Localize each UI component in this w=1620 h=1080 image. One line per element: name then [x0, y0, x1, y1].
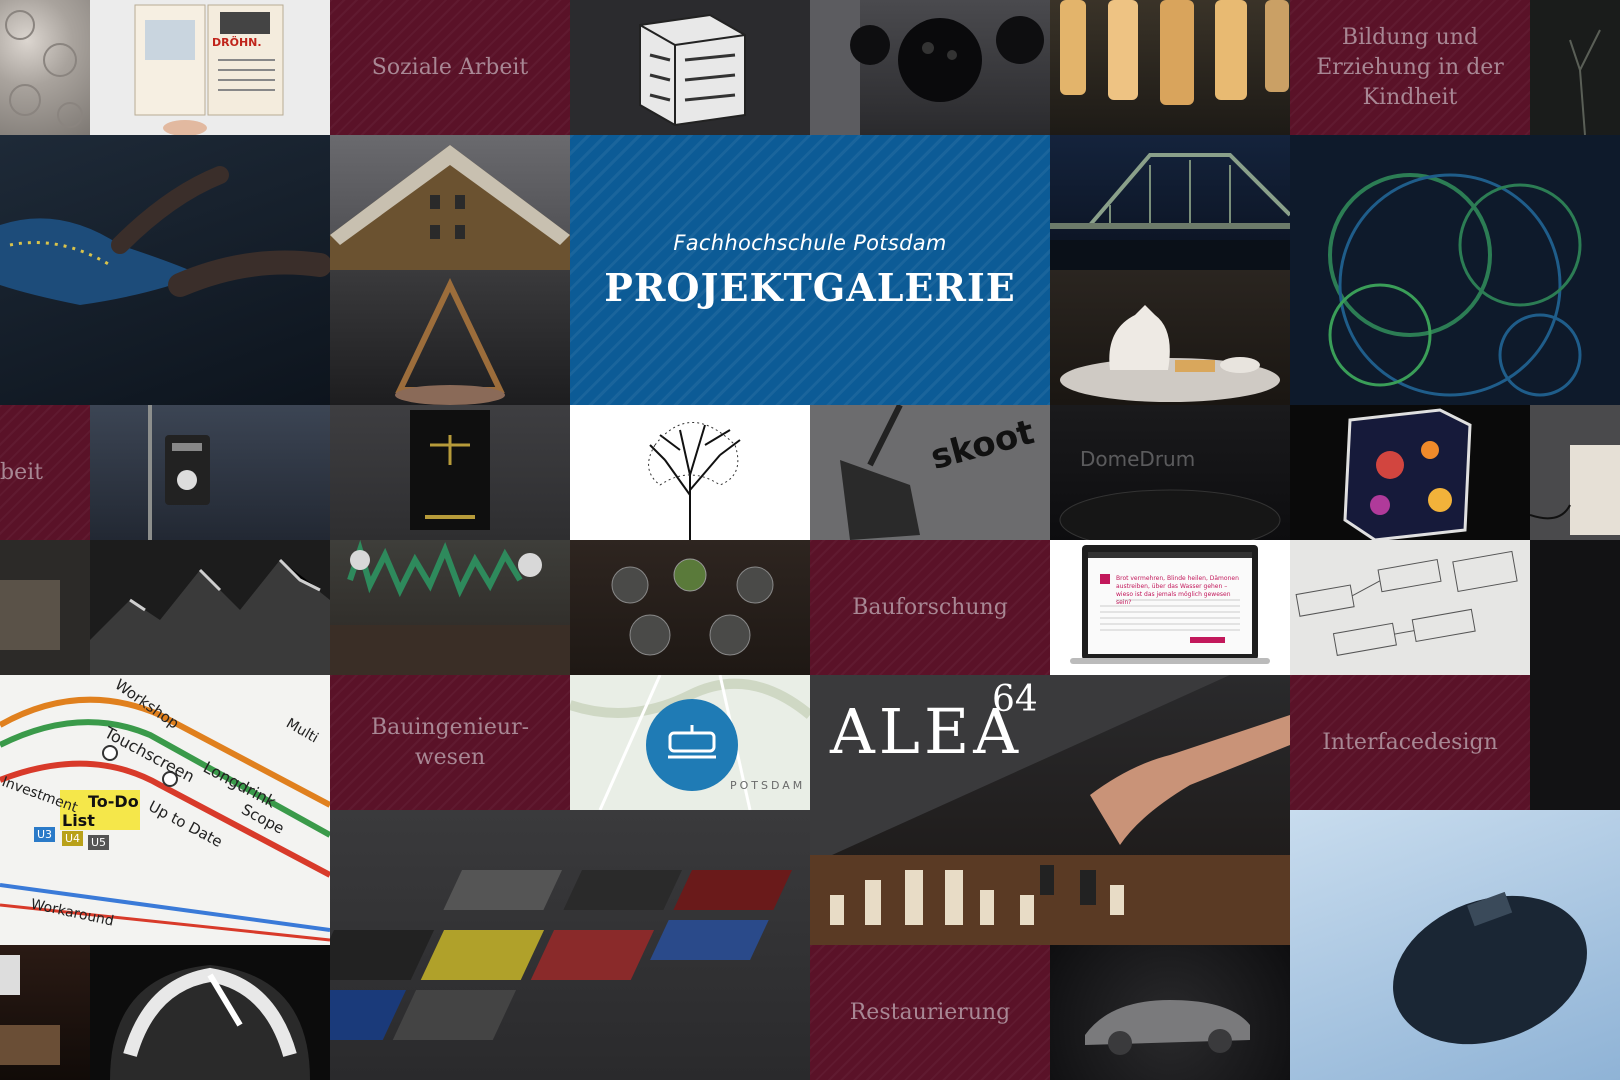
tile-skoot-scooter[interactable]: skoot: [810, 405, 1050, 540]
tile-touch-table[interactable]: [0, 135, 330, 405]
tile-alea64-chess[interactable]: ALEA 64: [810, 675, 1290, 945]
tile-book-cover[interactable]: [0, 945, 90, 1080]
tile-black-right[interactable]: [1530, 540, 1620, 675]
color-swatches-image: [330, 870, 793, 1040]
tile-circles-light[interactable]: [1290, 135, 1620, 405]
tile-poster-frame[interactable]: [330, 405, 570, 540]
hero-subtitle: Fachhochschule Potsdam: [673, 230, 947, 255]
tile-mountain-relief[interactable]: [90, 540, 330, 675]
tile-comic-book[interactable]: DRÖHN.: [90, 0, 330, 135]
tile-metro-map[interactable]: Workshop Touchscreen Longdrink To-Do Lis…: [0, 675, 330, 945]
wood-knobs-image: [611, 558, 774, 656]
category-label: Interfacedesign: [1322, 729, 1498, 755]
comic-headline: DRÖHN.: [212, 36, 262, 49]
teapot-image: [1060, 305, 1280, 402]
tile-building-facade[interactable]: [330, 135, 570, 270]
tile-blue-mouse[interactable]: [1290, 810, 1620, 1080]
category-label: Bauingenieur- wesen: [370, 714, 530, 770]
poster-frame-image: [410, 410, 490, 530]
drawn-cube-image: [639, 13, 746, 127]
tile-paper-roses[interactable]: [0, 0, 90, 135]
category-bauingenieurwesen[interactable]: Bauingenieur- wesen: [330, 675, 570, 810]
category-label: Bildung und Erziehung in der Kindheit: [1316, 24, 1504, 110]
tile-dark-box[interactable]: [0, 540, 90, 675]
tile-teapot[interactable]: [1050, 270, 1290, 405]
hero-title: PROJEKTGALERIE: [604, 264, 1016, 310]
category-soziale-arbeit-partial[interactable]: beit: [0, 405, 90, 540]
domedrum-label: DomeDrum: [1080, 447, 1196, 471]
tile-potsdam-map[interactable]: POTSDAM: [570, 675, 810, 810]
comic-book-image: [134, 4, 284, 135]
model-car-image: [1085, 1000, 1250, 1055]
mountain-relief-image: [90, 558, 330, 675]
tile-laptop-article[interactable]: Brot vermehren, Blinde heilen, Dämonen a…: [1050, 540, 1290, 675]
laptop-image: [1070, 545, 1270, 664]
tile-black-right-2[interactable]: [1530, 675, 1620, 810]
tile-flowchart-paper[interactable]: [1290, 540, 1530, 675]
flowchart-image: [1295, 550, 1518, 656]
category-interfacedesign[interactable]: Interfacedesign: [1290, 675, 1530, 810]
tile-model-car[interactable]: [1050, 945, 1290, 1080]
category-label: Restaurierung: [849, 999, 1011, 1025]
tile-dark-branch[interactable]: [1530, 0, 1620, 135]
chrome-helmet-image: [110, 965, 310, 1080]
tile-tree[interactable]: [570, 405, 810, 540]
category-label: Soziale Arbeit: [371, 54, 529, 80]
map-badge-u3: U3: [34, 827, 56, 842]
map-badge-u4: U4: [62, 831, 84, 846]
category-label: beit: [0, 459, 43, 485]
black-spheres-image: [810, 0, 1044, 135]
category-label: Bauforschung: [852, 594, 1008, 620]
laptop-headline: Brot vermehren, Blinde heilen, Dämonen a…: [1116, 575, 1239, 606]
desk-lamp-image: [1530, 445, 1620, 535]
hero-banner[interactable]: Fachhochschule Potsdam PROJEKTGALERIE: [570, 135, 1050, 405]
project-gallery-grid: DRÖHN. Soziale Arbeit Bildung und Erzieh…: [0, 0, 1620, 1080]
light-circles-image: [1328, 173, 1582, 397]
alea-superscript: 64: [992, 679, 1038, 720]
tree-image: [648, 422, 741, 540]
tile-color-swatches[interactable]: [330, 810, 810, 1080]
tile-desk-lamp[interactable]: [1530, 405, 1620, 540]
domedrum-image: [1059, 489, 1281, 540]
branch-image: [1569, 29, 1601, 135]
map-badge-u5: U5: [88, 835, 110, 850]
blue-mouse-image: [1393, 891, 1587, 1045]
map-label-todo: To-Do: [88, 792, 139, 811]
tile-drawn-cube[interactable]: [570, 0, 810, 135]
tile-glowing-cube[interactable]: [1290, 405, 1530, 540]
map-label-list: List: [62, 811, 95, 830]
tile-hanging-device[interactable]: [90, 405, 330, 540]
book-cover-image: [0, 955, 60, 1065]
tile-black-spheres[interactable]: [810, 0, 1050, 135]
potsdam-label: POTSDAM: [730, 779, 806, 792]
event-hall-image: [330, 540, 570, 675]
category-bauforschung[interactable]: Bauforschung: [810, 540, 1050, 675]
wooden-triangle-image: [395, 278, 505, 405]
tile-domedrum[interactable]: DomeDrum: [1050, 405, 1290, 540]
building-facade-image: [330, 145, 570, 270]
hanging-device-image: [148, 405, 210, 540]
tile-chrome-helmet[interactable]: [90, 945, 330, 1080]
category-soziale-arbeit[interactable]: Soziale Arbeit: [330, 0, 570, 135]
tile-event-hall[interactable]: [330, 540, 570, 675]
category-bildung-erziehung[interactable]: Bildung und Erziehung in der Kindheit: [1290, 0, 1530, 135]
bridge-image: [1050, 153, 1290, 270]
tile-lamps[interactable]: [1050, 0, 1290, 135]
tile-wood-knobs[interactable]: [570, 540, 810, 675]
paper-roses-image: [5, 10, 83, 128]
tile-wooden-triangle[interactable]: [330, 270, 570, 405]
lamps-image: [1060, 0, 1289, 105]
category-restaurierung[interactable]: Restaurierung: [810, 945, 1050, 1080]
tile-bridge-night[interactable]: [1050, 135, 1290, 270]
glowing-cube-image: [1343, 408, 1472, 540]
touch-table-image: [0, 166, 330, 305]
dark-box-image: [0, 580, 60, 650]
